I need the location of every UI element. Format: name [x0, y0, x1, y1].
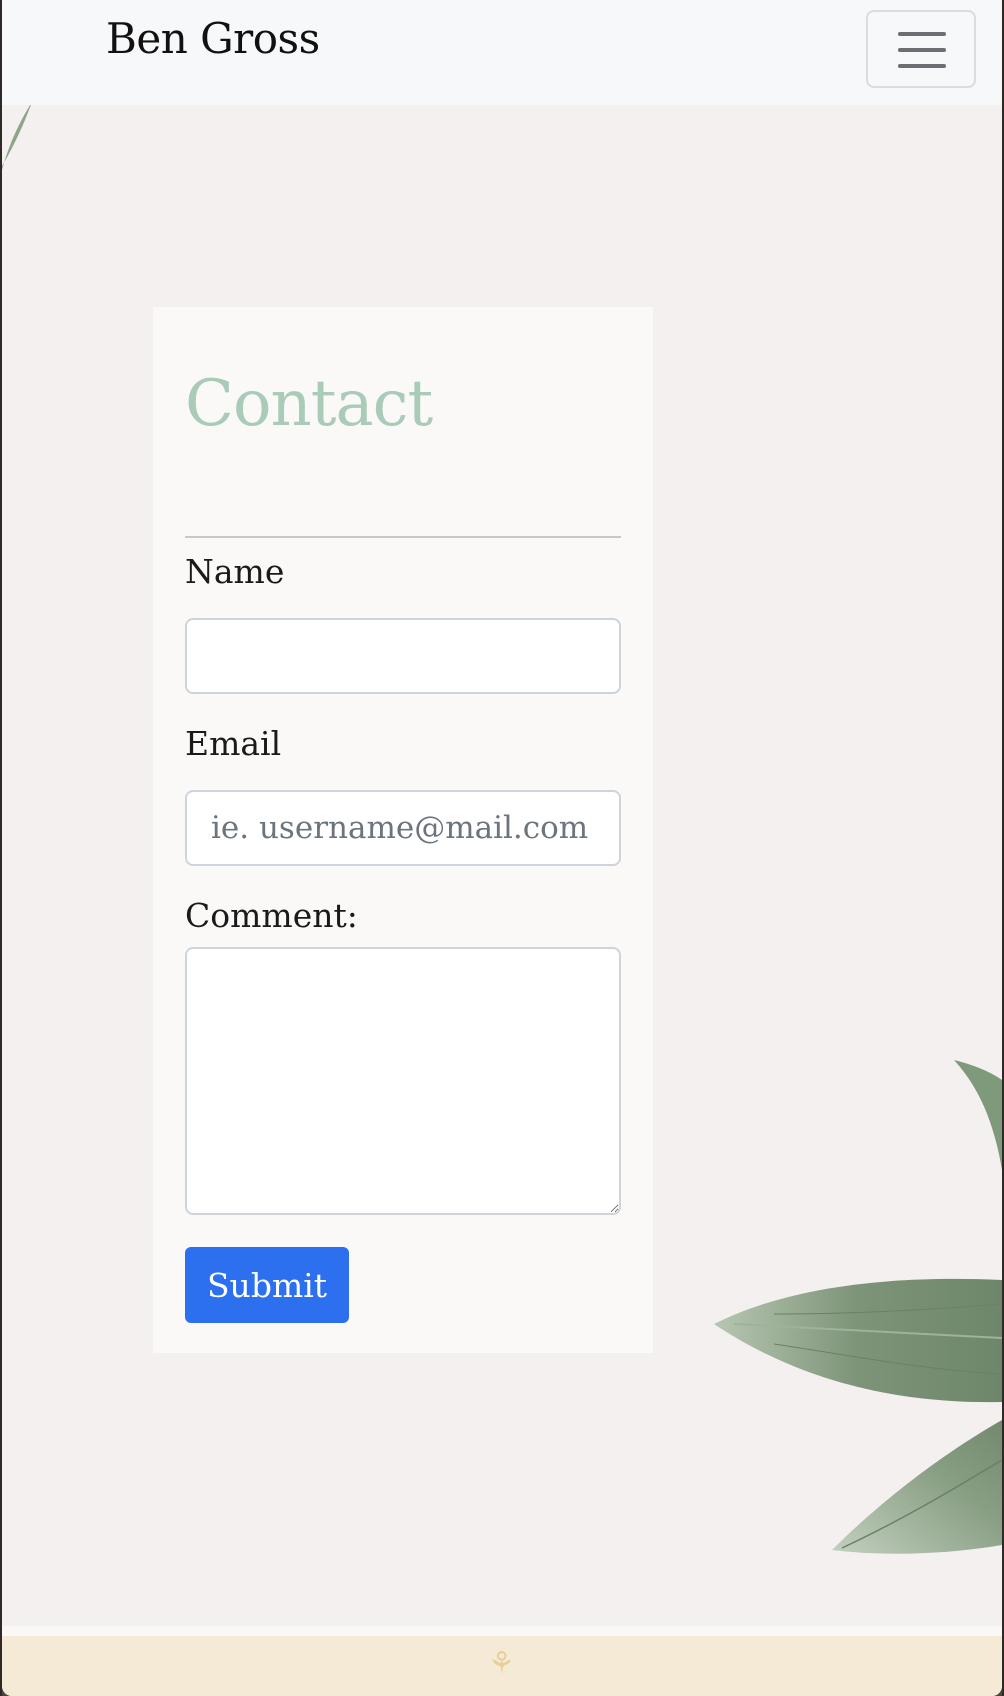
- comment-label: Comment:: [185, 896, 358, 935]
- leaf-sprig-icon: ⚘: [488, 1646, 515, 1681]
- navbar: Ben Gross: [2, 0, 1002, 105]
- hamburger-menu-icon: [898, 32, 946, 36]
- page-viewport: Ben Gross Contact Name Email ie. usernam…: [2, 0, 1002, 1696]
- name-input[interactable]: [185, 618, 621, 694]
- contact-heading: Contact: [185, 367, 433, 441]
- decorative-leaf-right-middle: [714, 1278, 1002, 1403]
- comment-textarea[interactable]: [185, 947, 621, 1215]
- email-label: Email: [185, 724, 282, 763]
- name-label: Name: [185, 552, 285, 591]
- submit-button[interactable]: Submit: [185, 1247, 349, 1323]
- footer: ⚘: [2, 1636, 1002, 1696]
- decorative-leaf-right-lower: [832, 1420, 1002, 1554]
- decorative-leaf-top-left: [2, 102, 32, 170]
- hamburger-menu-icon-bar: [898, 48, 946, 52]
- decorative-leaf-right-upper: [954, 1060, 1002, 1170]
- footer-divider: [2, 1626, 1002, 1636]
- navbar-toggler-button[interactable]: [866, 10, 976, 88]
- brand-link[interactable]: Ben Gross: [106, 14, 320, 63]
- divider: [185, 536, 621, 538]
- contact-card: Contact Name Email Comment: Submit: [153, 307, 653, 1353]
- email-input[interactable]: [185, 790, 621, 866]
- hamburger-menu-icon-bar: [898, 64, 946, 68]
